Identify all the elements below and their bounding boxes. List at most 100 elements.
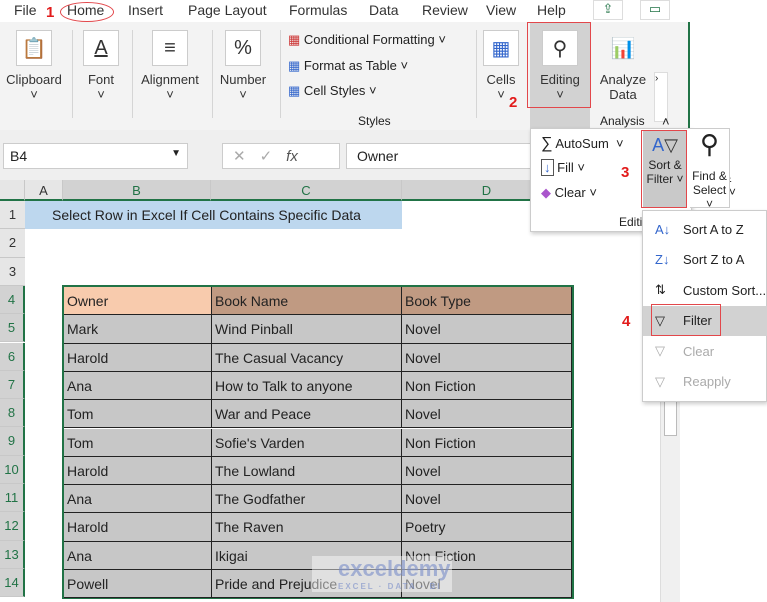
table-cell[interactable]: Wind Pinball <box>212 315 402 344</box>
fill-down-icon: ↓ <box>541 159 554 176</box>
find-select-panel[interactable]: ⚲ Find & Select ˅ <box>690 128 730 211</box>
cancel-icon: ✕ <box>233 148 260 165</box>
tab-help[interactable]: Help <box>537 2 566 18</box>
table-cell[interactable]: Ana <box>64 541 212 570</box>
table-header-cell[interactable]: Book Name <box>212 287 402 315</box>
fx-icon: fx <box>286 148 298 165</box>
step-2-label: 2 <box>509 94 518 111</box>
fill-button[interactable]: ↓ Fill ˅ <box>541 159 585 176</box>
table-cell[interactable]: Harold <box>64 343 212 372</box>
clipboard-label: Clipboard <box>6 72 62 87</box>
menu-item-sort-z-to-a[interactable]: Z↓ Sort Z to A <box>643 245 767 275</box>
font-label: Font <box>87 72 114 87</box>
table-cell[interactable]: How to Talk to anyone <box>212 371 402 401</box>
clipboard-group[interactable]: 📋 Clipboard ˅ <box>4 30 64 102</box>
select-all-button[interactable] <box>0 180 25 201</box>
tab-formulas[interactable]: Formulas <box>289 2 347 18</box>
row-header-9[interactable]: 9 <box>0 427 25 456</box>
column-header-C[interactable]: C <box>211 180 402 201</box>
tab-review[interactable]: Review <box>422 2 468 18</box>
cells-group[interactable]: ▦ Cells ˅ <box>482 30 520 102</box>
table-cell[interactable]: The Lowland <box>212 456 402 486</box>
table-cell[interactable]: The Godfather <box>212 485 402 514</box>
filter-highlight <box>651 304 721 336</box>
share-button[interactable]: ⇪ <box>593 0 623 20</box>
menu-item-label: Sort A to Z <box>683 221 744 237</box>
formula-buttons[interactable]: ✕✓fx <box>222 143 340 169</box>
table-cell[interactable]: War and Peace <box>212 400 402 429</box>
number-group[interactable]: % Number ˅ <box>216 30 270 102</box>
name-box[interactable]: B4 ▼ <box>3 143 188 169</box>
table-cell[interactable]: Novel <box>402 343 572 372</box>
tab-file[interactable]: File <box>14 2 37 18</box>
row-header-11[interactable]: 11 <box>0 484 25 513</box>
table-cell[interactable]: Novel <box>402 485 572 514</box>
table-cell[interactable]: Harold <box>64 513 212 542</box>
table-cell[interactable]: The Raven <box>212 513 402 542</box>
menu-item-label: Clear <box>683 343 715 359</box>
table-cell[interactable]: Poetry <box>402 513 572 542</box>
table-icon: ▦ <box>288 58 301 73</box>
table-cell[interactable]: Non Fiction <box>402 428 572 457</box>
table-header-cell[interactable]: Owner <box>64 287 212 315</box>
row-header-5[interactable]: 5 <box>0 314 25 343</box>
format-as-table-button[interactable]: ▦ Format as Table ˅ <box>288 58 408 74</box>
row-header-1[interactable]: 1 <box>0 201 25 230</box>
collapse-ribbon-icon[interactable]: ˄ <box>662 114 670 129</box>
sigma-icon: ∑ <box>541 135 553 152</box>
title-cell[interactable]: Select Row in Excel If Cell Contains Spe… <box>25 201 402 229</box>
table-cell[interactable]: Tom <box>64 400 212 429</box>
table-cell[interactable]: Harold <box>64 456 212 486</box>
cell-styles-button[interactable]: ▦ Cell Styles ˅ <box>288 83 377 99</box>
row-header-6[interactable]: 6 <box>0 342 25 371</box>
menu-item-custom-sort-[interactable]: ⇅ Custom Sort... <box>643 275 767 305</box>
font-group[interactable]: A Font ˅ <box>80 30 122 102</box>
editing-highlight <box>527 22 591 108</box>
alignment-group[interactable]: ≡ Alignment ˅ <box>138 30 202 102</box>
column-header-A[interactable]: A <box>25 180 63 201</box>
row-header-7[interactable]: 7 <box>0 370 25 400</box>
table-cell[interactable]: Tom <box>64 428 212 457</box>
row-header-14[interactable]: 14 <box>0 568 25 598</box>
table-cell[interactable]: Sofie's Varden <box>212 428 402 457</box>
custom-sort-icon: ⇅ <box>655 282 666 297</box>
row-header-12[interactable]: 12 <box>0 512 25 541</box>
cells-icon: ▦ <box>483 30 519 66</box>
alignment-label: Alignment <box>141 72 199 87</box>
column-header-B[interactable]: B <box>63 180 211 201</box>
table-cell[interactable]: The Casual Vacancy <box>212 343 402 372</box>
editing-group-label: Editi <box>619 215 643 229</box>
autosum-button[interactable]: ∑ AutoSum ˅ <box>541 135 624 153</box>
cells-label: Cells <box>486 72 516 87</box>
table-header-cell[interactable]: Book Type <box>402 287 572 315</box>
row-header-10[interactable]: 10 <box>0 455 25 484</box>
menu-item-sort-a-to-z[interactable]: A↓ Sort A to Z <box>643 214 767 244</box>
table-cell[interactable]: Novel <box>402 400 572 429</box>
menu-item-clear: ▽ Clear <box>643 336 767 366</box>
table-cell[interactable]: Mark <box>64 315 212 344</box>
table-cell[interactable]: Ana <box>64 371 212 401</box>
sort-z-to-a-icon: Z↓ <box>655 252 670 267</box>
table-cell[interactable]: Ana <box>64 485 212 514</box>
analyze-data-button[interactable]: 📊 Analyze Data <box>596 30 650 103</box>
row-header-3[interactable]: 3 <box>0 257 25 286</box>
tab-insert[interactable]: Insert <box>128 2 163 18</box>
table-cell[interactable]: Powell <box>64 570 212 599</box>
row-header-8[interactable]: 8 <box>0 399 25 428</box>
table-cell[interactable]: Non Fiction <box>402 371 572 401</box>
clear-button[interactable]: ◆ Clear ˅ <box>541 185 597 201</box>
table-cell[interactable]: Novel <box>402 315 572 344</box>
tab-data[interactable]: Data <box>369 2 399 18</box>
tab-view[interactable]: View <box>486 2 516 18</box>
conditional-formatting-button[interactable]: ▦ Conditional Formatting ˅ <box>288 32 446 48</box>
formula-input[interactable]: Owner <box>346 143 546 169</box>
menu-item-label: Sort Z to A <box>683 252 745 267</box>
row-header-2[interactable]: 2 <box>0 229 25 258</box>
comments-button[interactable]: ▭ <box>640 0 670 20</box>
row-header-4[interactable]: 4 <box>0 285 25 315</box>
eraser-icon: ◆ <box>541 185 551 200</box>
tab-page-layout[interactable]: Page Layout <box>188 2 267 18</box>
table-cell[interactable]: Novel <box>402 456 572 486</box>
reapply-icon: ▽ <box>655 373 665 389</box>
row-header-13[interactable]: 13 <box>0 540 25 569</box>
